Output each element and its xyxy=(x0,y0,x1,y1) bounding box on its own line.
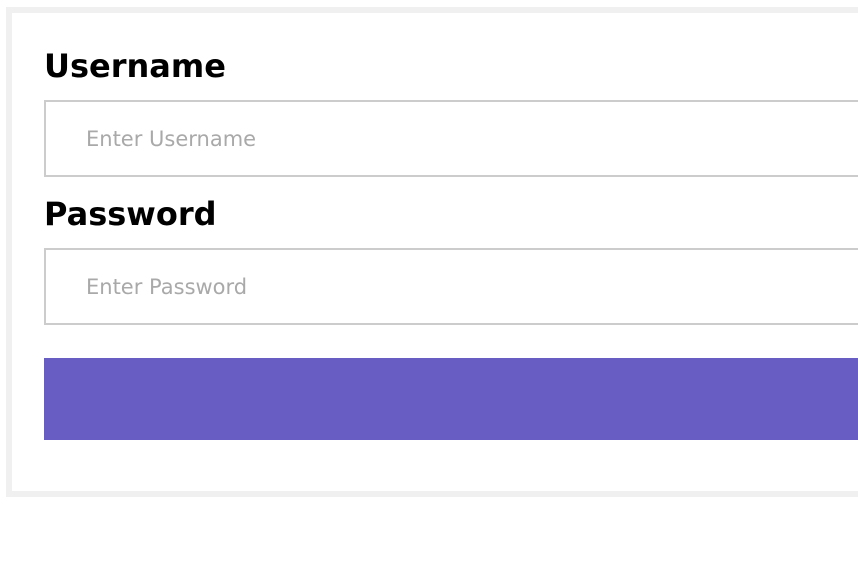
password-label: Password xyxy=(44,195,217,233)
password-input[interactable] xyxy=(44,248,858,325)
username-label: Username xyxy=(44,47,226,85)
username-input[interactable] xyxy=(44,100,858,177)
login-button[interactable] xyxy=(44,358,858,440)
login-form: Username Password xyxy=(6,7,858,497)
